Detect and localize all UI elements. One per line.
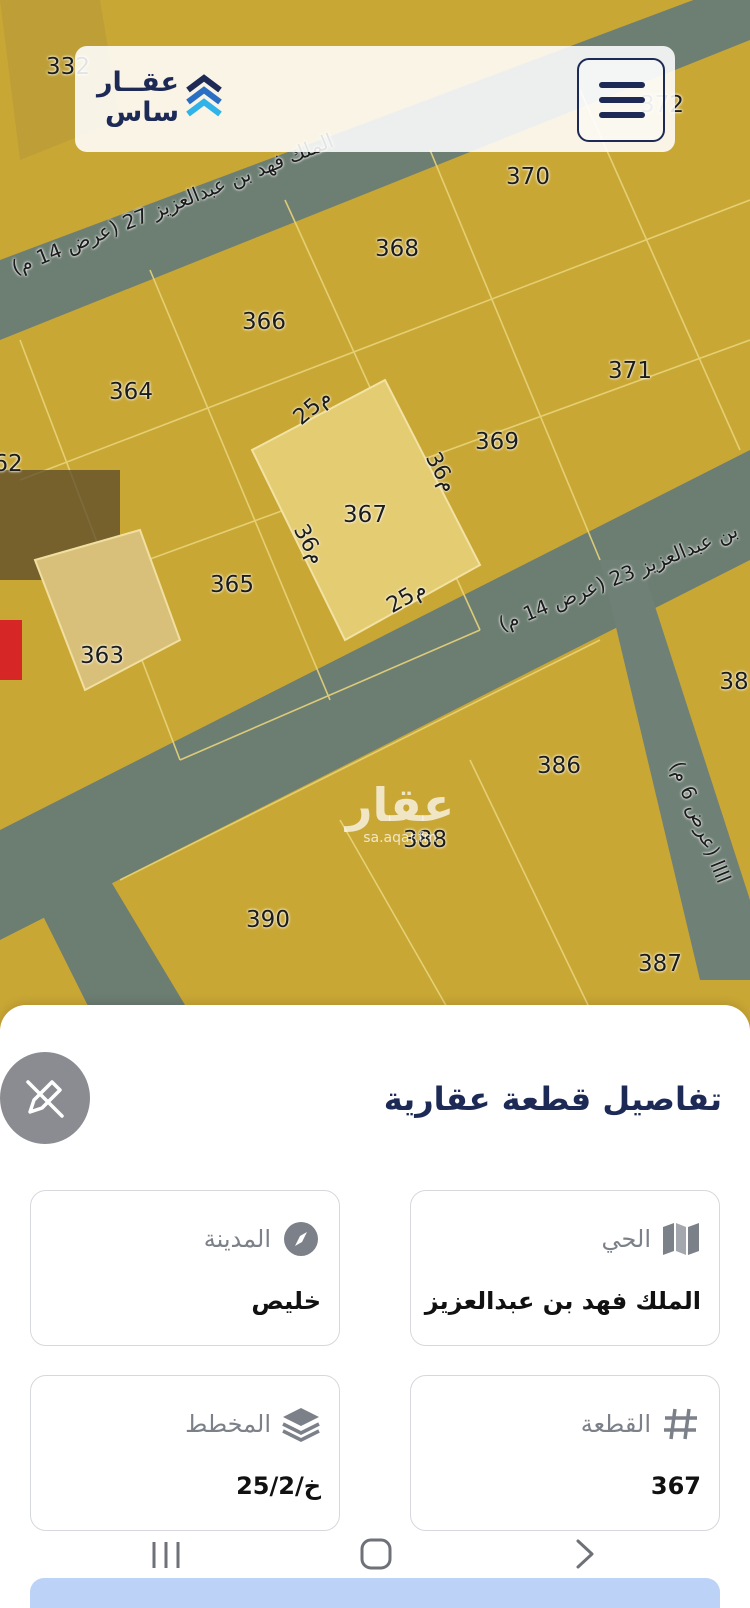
- district-card: الحي الملك فهد بن عبدالعزيز: [410, 1190, 720, 1346]
- app-header: عقــار ساس: [75, 46, 675, 152]
- plot-number[interactable]: 387: [638, 951, 682, 977]
- plot-label: القطعة: [580, 1410, 651, 1438]
- map-watermark: عقار sa.aqar.fm: [346, 780, 454, 846]
- back-button[interactable]: [556, 1530, 616, 1580]
- menu-icon: [599, 112, 645, 118]
- app-logo[interactable]: عقــار ساس: [91, 68, 241, 132]
- plot-number[interactable]: 363: [80, 643, 124, 669]
- recent-apps-icon: [152, 1542, 180, 1568]
- menu-icon: [599, 82, 645, 88]
- city-card: المدينة خليص: [30, 1190, 340, 1346]
- plot-card: القطعة 367: [410, 1375, 720, 1531]
- sheet-title: تفاصيل قطعة عقارية: [383, 1080, 722, 1118]
- home-button[interactable]: [346, 1530, 406, 1580]
- logo-wordmark: عقــار ساس: [91, 68, 179, 128]
- system-nav-bar: [0, 1530, 750, 1580]
- plot-number[interactable]: 390: [246, 907, 290, 933]
- plan-label: المخطط: [185, 1410, 271, 1438]
- map-icon: [663, 1223, 699, 1255]
- plot-number[interactable]: 38: [719, 669, 748, 695]
- plot-value: 367: [650, 1472, 701, 1500]
- logo-line1: عقــار: [96, 67, 179, 98]
- layers-icon: [282, 1408, 320, 1442]
- plot-number-selected[interactable]: 367: [343, 502, 387, 528]
- plan-value: خ/25/2: [236, 1472, 321, 1500]
- plot-number[interactable]: 365: [210, 572, 254, 598]
- home-icon: [360, 1538, 392, 1570]
- menu-icon: [599, 97, 645, 103]
- logo-chevrons-icon: [186, 74, 222, 117]
- watermark-logo: عقار: [346, 778, 455, 832]
- menu-button[interactable]: [577, 58, 665, 142]
- primary-action-button[interactable]: [30, 1578, 720, 1608]
- plot-number[interactable]: 62: [0, 451, 23, 477]
- city-value: خليص: [251, 1287, 321, 1315]
- recent-apps-button[interactable]: [136, 1530, 196, 1580]
- plot-number[interactable]: 370: [506, 164, 550, 190]
- hash-icon: [664, 1408, 697, 1440]
- watermark-url: sa.aqar.fm: [363, 830, 438, 846]
- plan-card: المخطط خ/25/2: [30, 1375, 340, 1531]
- plot-number[interactable]: 371: [608, 358, 652, 384]
- plot-number[interactable]: 369: [475, 429, 519, 455]
- compass-icon: [284, 1222, 318, 1256]
- plot-number[interactable]: 386: [537, 753, 581, 779]
- plot-number[interactable]: 366: [242, 309, 286, 335]
- district-value: الملك فهد بن عبدالعزيز: [424, 1287, 701, 1315]
- logo-line2: ساس: [105, 97, 179, 128]
- edit-button[interactable]: [0, 1052, 90, 1144]
- map-view[interactable]: 332 372 370 368 366 371 364 369 62 367 3…: [0, 0, 750, 1030]
- plot-number[interactable]: 368: [375, 236, 419, 262]
- plot-number[interactable]: 364: [109, 379, 153, 405]
- back-icon: [576, 1539, 594, 1569]
- district-label: الحي: [601, 1225, 651, 1253]
- city-label: المدينة: [203, 1225, 271, 1253]
- pencil-off-icon: [26, 1080, 64, 1118]
